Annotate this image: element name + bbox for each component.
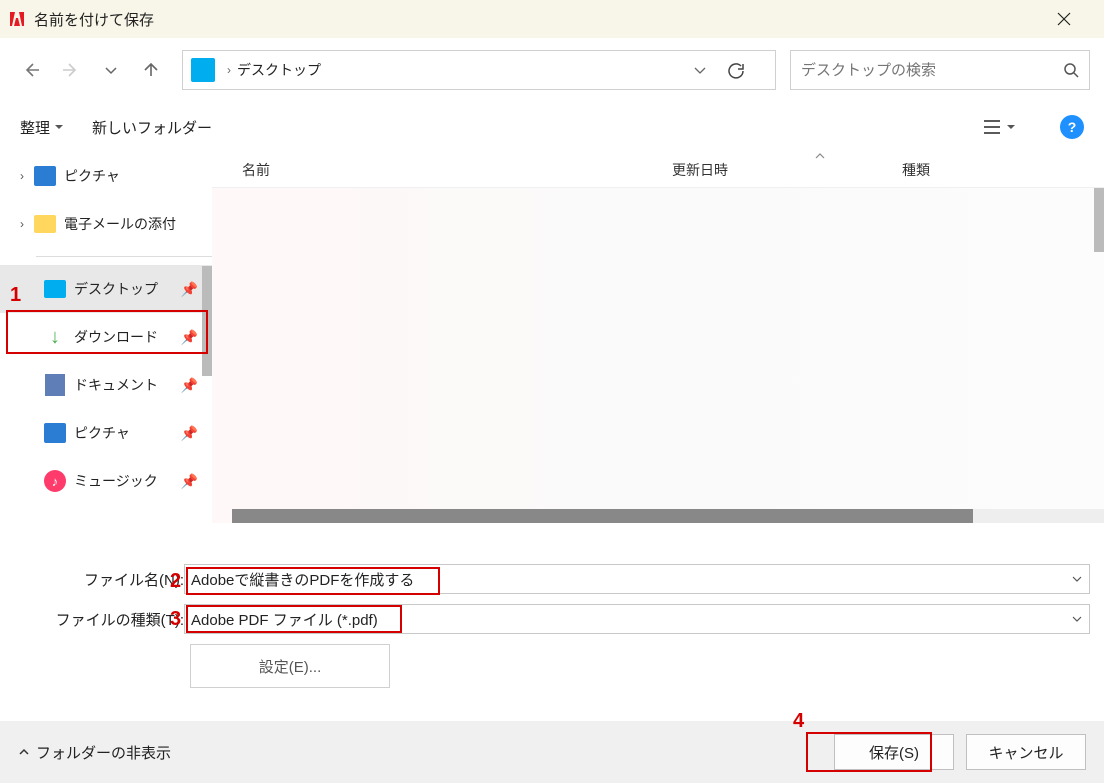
filename-value: Adobeで縦書きのPDFを作成する [191, 569, 414, 590]
col-name[interactable]: 名前 [242, 160, 672, 180]
tree-item-email[interactable]: › 電子メールの添付 [0, 200, 212, 248]
chevron-right-icon: › [20, 217, 34, 231]
filetype-value: Adobe PDF ファイル (*.pdf) [191, 609, 378, 630]
tree-label: ダウンロード [74, 327, 158, 347]
window-title: 名前を付けて保存 [34, 9, 1056, 30]
up-button[interactable] [134, 53, 168, 87]
pin-icon[interactable]: 📌 [181, 377, 198, 394]
settings-label: 設定(E)... [259, 656, 322, 677]
col-date[interactable]: 更新日時 [672, 160, 902, 180]
hide-folders-toggle[interactable]: フォルダーの非表示 [18, 742, 171, 763]
footer: フォルダーの非表示 保存(S) キャンセル [0, 721, 1104, 783]
breadcrumb-location: デスクトップ [237, 60, 321, 80]
tree-item-pictures[interactable]: › ピクチャ [0, 152, 212, 200]
filename-input[interactable]: Adobeで縦書きのPDFを作成する [184, 564, 1090, 594]
tree-label: ピクチャ [74, 423, 130, 443]
list-content[interactable] [212, 188, 1104, 523]
sidebar-scrollbar[interactable] [202, 266, 212, 376]
desktop-icon [44, 278, 66, 300]
pin-icon[interactable]: 📌 [181, 281, 198, 298]
tree-label: デスクトップ [74, 279, 158, 299]
chevron-right-icon: › [20, 169, 34, 183]
download-icon: ↓ [44, 326, 66, 348]
file-list: 名前 更新日時 種類 [212, 152, 1104, 552]
breadcrumb[interactable]: › デスクトップ [182, 50, 776, 90]
vertical-scrollbar[interactable] [1094, 188, 1104, 252]
searchbox[interactable] [790, 50, 1090, 90]
filename-label: ファイル名(N): [0, 569, 184, 590]
save-label: 保存(S) [869, 742, 919, 763]
cancel-button[interactable]: キャンセル [966, 734, 1086, 770]
newfolder-button[interactable]: 新しいフォルダー [92, 117, 212, 138]
pin-icon[interactable]: 📌 [181, 329, 198, 346]
dropdown-icon[interactable] [1071, 573, 1083, 585]
body: › ピクチャ › 電子メールの添付 デスクトップ 📌 ↓ ダウンロード 📌 ドキ… [0, 152, 1104, 552]
organize-label: 整理 [20, 117, 50, 138]
horizontal-scrollbar[interactable] [232, 509, 1104, 523]
forward-button[interactable] [54, 53, 88, 87]
col-type[interactable]: 種類 [902, 160, 930, 180]
search-icon[interactable] [1063, 62, 1079, 78]
tree-item-desktop[interactable]: デスクトップ 📌 [0, 265, 212, 313]
tree-label: ミュージック [74, 471, 158, 491]
tree-item-pictures2[interactable]: ピクチャ 📌 [0, 409, 212, 457]
filetype-select[interactable]: Adobe PDF ファイル (*.pdf) [184, 604, 1090, 634]
divider [36, 256, 212, 257]
settings-button[interactable]: 設定(E)... [190, 644, 390, 688]
tree-label: ピクチャ [64, 166, 120, 186]
search-input[interactable] [801, 62, 1057, 79]
filetype-row: ファイルの種類(T): Adobe PDF ファイル (*.pdf) [0, 604, 1090, 634]
organize-menu[interactable]: 整理 [20, 117, 64, 138]
tree-item-downloads[interactable]: ↓ ダウンロード 📌 [0, 313, 212, 361]
titlebar: 名前を付けて保存 [0, 0, 1104, 38]
music-icon: ♪ [44, 470, 66, 492]
pictures-icon [34, 165, 56, 187]
help-button[interactable]: ? [1060, 115, 1084, 139]
close-button[interactable] [1056, 11, 1096, 27]
col-date-label: 更新日時 [672, 160, 728, 180]
chevron-right-icon: › [227, 63, 231, 77]
tree-label: 電子メールの添付 [64, 214, 176, 234]
hide-folders-label: フォルダーの非表示 [36, 742, 171, 763]
filename-row: ファイル名(N): Adobeで縦書きのPDFを作成する [0, 564, 1090, 594]
document-icon [44, 374, 66, 396]
toolbar: 整理 新しいフォルダー ? [0, 102, 1104, 152]
dropdown-icon[interactable] [1071, 613, 1083, 625]
desktop-icon [191, 58, 215, 82]
pin-icon[interactable]: 📌 [181, 473, 198, 490]
sidebar: › ピクチャ › 電子メールの添付 デスクトップ 📌 ↓ ダウンロード 📌 ドキ… [0, 152, 212, 552]
view-menu[interactable] [982, 119, 1016, 135]
cancel-label: キャンセル [988, 742, 1063, 763]
breadcrumb-dropdown-icon[interactable] [693, 63, 707, 77]
filetype-label: ファイルの種類(T): [0, 609, 184, 630]
navbar: › デスクトップ [0, 38, 1104, 102]
save-button[interactable]: 保存(S) [834, 734, 954, 770]
tree-item-music[interactable]: ♪ ミュージック 📌 [0, 457, 212, 505]
newfolder-label: 新しいフォルダー [92, 117, 212, 138]
refresh-button[interactable] [727, 61, 767, 79]
tree-label: ドキュメント [74, 375, 158, 395]
adobe-icon [8, 10, 26, 28]
pin-icon[interactable]: 📌 [181, 425, 198, 442]
back-button[interactable] [14, 53, 48, 87]
form-area: ファイル名(N): Adobeで縦書きのPDFを作成する ファイルの種類(T):… [0, 552, 1104, 700]
pictures-icon [44, 422, 66, 444]
list-header: 名前 更新日時 種類 [212, 152, 1104, 188]
folder-icon [34, 213, 56, 235]
recent-dropdown-icon[interactable] [94, 53, 128, 87]
tree-item-documents[interactable]: ドキュメント 📌 [0, 361, 212, 409]
